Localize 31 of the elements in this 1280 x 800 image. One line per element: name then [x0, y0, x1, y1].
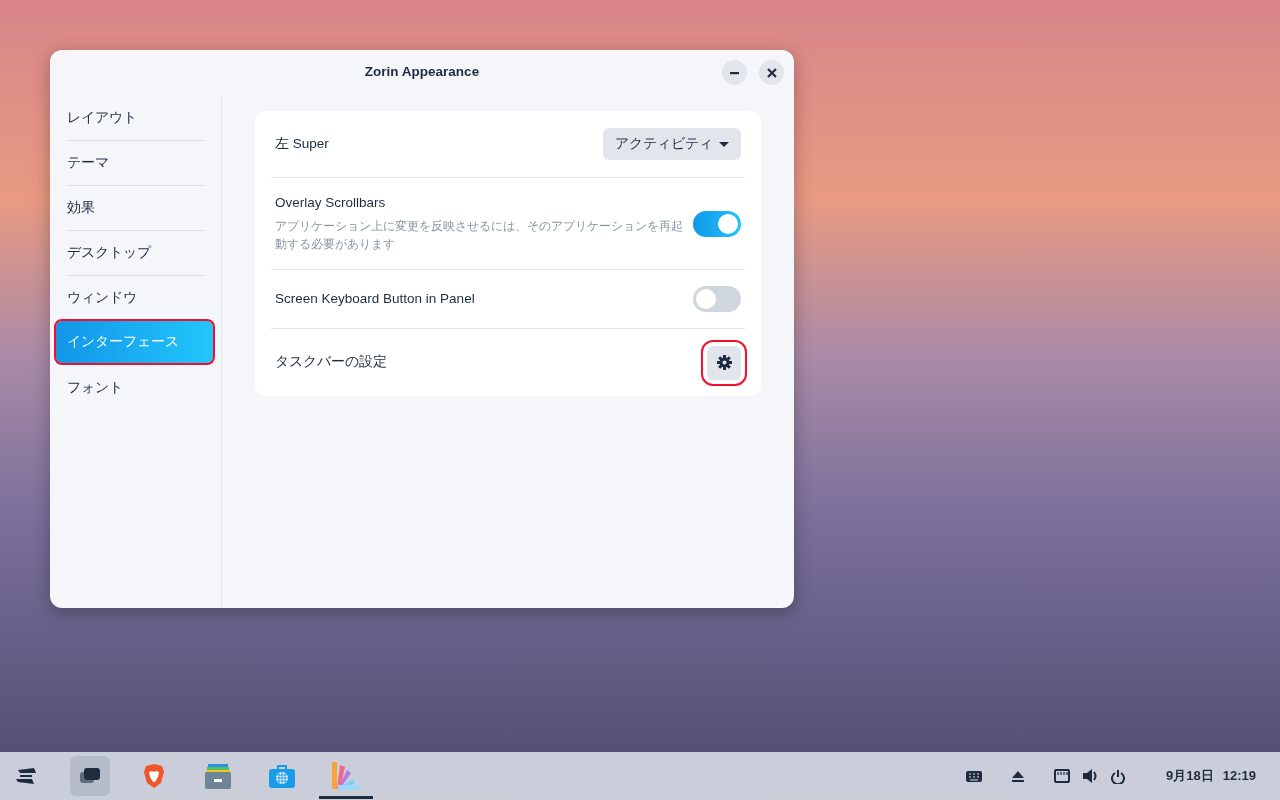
sidebar-item[interactable]: テーマ [67, 141, 205, 186]
volume-icon [1082, 768, 1098, 784]
setting-label: タスクバーの設定 [275, 353, 388, 372]
close-button[interactable] [759, 60, 784, 85]
eject-icon [1012, 770, 1025, 782]
settings-icon [716, 355, 732, 370]
setting-description: アプリケーション上に変更を反映させるには、そのアプリケーションを再起動する必要があります [275, 219, 684, 253]
cabinet-icon [203, 763, 233, 789]
power-icon [1111, 768, 1126, 784]
close-icon [766, 67, 777, 78]
clock-date: 9月18日 [1166, 767, 1214, 786]
dropdown-button[interactable]: アクティビティ [603, 128, 741, 160]
caret-icon [719, 141, 729, 147]
toggle-switch[interactable] [693, 210, 741, 237]
minimize-button[interactable] [722, 60, 747, 85]
toggle-switch[interactable] [693, 286, 741, 312]
running-indicator [319, 796, 373, 799]
color-swatches-icon [330, 761, 362, 791]
network-port-icon [1054, 769, 1071, 783]
sidebar-item[interactable]: 効果 [67, 186, 205, 231]
setting-label: Overlay Scrollbars [275, 194, 387, 213]
keyboard-icon [966, 769, 983, 783]
sidebar-item[interactable]: フォント [67, 366, 205, 411]
sidebar-item[interactable]: デスクトップ [67, 231, 205, 276]
clock-time: 12:19 [1222, 767, 1256, 786]
setting-label: Screen Keyboard Button in Panel [275, 289, 476, 308]
sidebar-item[interactable]: レイアウト [67, 96, 205, 141]
window-title: Zorin Appearance [364, 62, 480, 81]
setting-label: 左 Super [275, 134, 330, 153]
taskbar-app-button[interactable] [70, 756, 110, 796]
shopping-bag-icon [268, 763, 296, 789]
